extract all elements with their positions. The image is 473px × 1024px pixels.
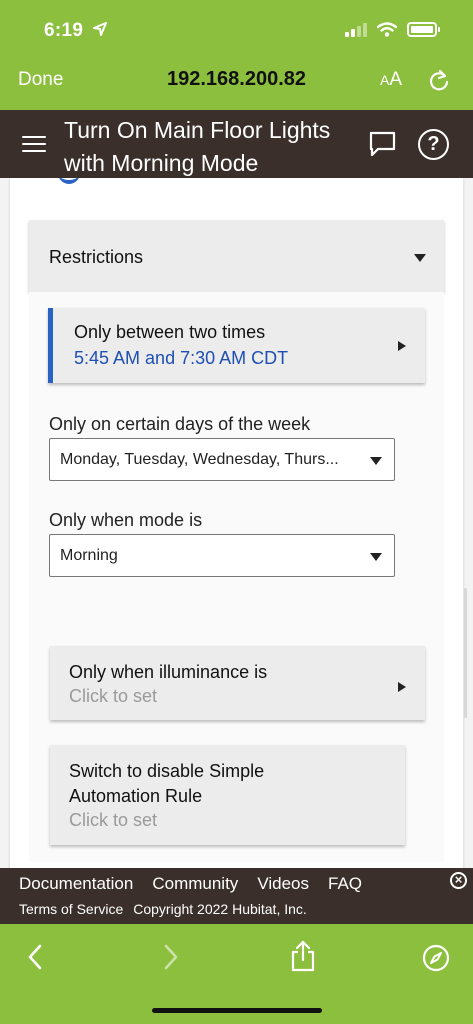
restrictions-label: Restrictions	[49, 247, 144, 267]
cellular-signal-icon	[345, 22, 367, 37]
days-label: Only on certain days of the week	[49, 414, 311, 434]
chevron-right-icon	[398, 341, 406, 351]
mode-label: Only when mode is	[49, 510, 203, 530]
text-size-button[interactable]: AA	[380, 69, 402, 91]
back-arrow-icon[interactable]	[26, 944, 44, 975]
footer-legal: Terms of Service Copyright 2022 Hubitat,…	[19, 901, 307, 917]
chevron-down-icon	[370, 553, 382, 561]
restrictions-section-header[interactable]: Restrictions	[29, 220, 444, 292]
footer-link-faq[interactable]: FAQ	[328, 874, 362, 894]
footer-link-videos[interactable]: Videos	[257, 874, 309, 894]
footer-link-community[interactable]: Community	[152, 874, 238, 894]
location-arrow-icon	[93, 22, 107, 41]
chevron-down-icon	[414, 254, 426, 262]
disable-switch-title-line1: Switch to disable Simple	[69, 761, 265, 781]
disable-switch-subtitle: Click to set	[69, 810, 158, 830]
app-header: Turn On Main Floor Lights with Morning M…	[0, 110, 473, 178]
browser-top-bar	[0, 0, 473, 110]
help-icon[interactable]: ?	[418, 129, 449, 160]
mode-select[interactable]: Morning	[49, 534, 395, 577]
status-time: 6:19	[44, 20, 84, 41]
page-title-line2: with Morning Mode	[64, 150, 259, 176]
time-restriction-title: Only between two times	[74, 322, 266, 342]
scrollbar[interactable]	[464, 588, 467, 718]
time-restriction-value: 5:45 AM and 7:30 AM CDT	[74, 348, 289, 368]
home-indicator[interactable]	[152, 1008, 322, 1013]
disable-switch-button[interactable]: Switch to disable Simple Automation Rule…	[50, 745, 405, 845]
footer-link-documentation[interactable]: Documentation	[19, 874, 133, 894]
mode-selected-value: Morning	[60, 547, 118, 564]
days-selected-value: Monday, Tuesday, Wednesday, Thurs...	[60, 451, 339, 468]
chevron-right-icon	[398, 682, 406, 692]
disable-switch-title: Switch to disable Simple Automation Rule	[69, 759, 264, 809]
compass-icon[interactable]	[422, 944, 450, 977]
disable-switch-title-line2: Automation Rule	[69, 786, 203, 806]
time-restriction-button[interactable]: Only between two times 5:45 AM and 7:30 …	[48, 308, 425, 383]
terms-of-service-link[interactable]: Terms of Service	[19, 901, 123, 917]
footer-links: Documentation Community Videos FAQ	[19, 874, 362, 894]
address-bar-url[interactable]: 192.168.200.82	[0, 68, 473, 91]
hamburger-menu-icon[interactable]	[22, 136, 46, 157]
chevron-down-icon	[370, 457, 382, 465]
copyright-text: Copyright 2022 Hubitat, Inc.	[133, 901, 307, 917]
illuminance-subtitle: Click to set	[69, 686, 158, 706]
footer-bar: Documentation Community Videos FAQ Terms…	[0, 868, 473, 924]
reload-icon[interactable]	[428, 68, 450, 97]
forward-arrow-icon[interactable]	[162, 944, 180, 975]
close-icon[interactable]: ×	[450, 872, 467, 889]
illuminance-title: Only when illuminance is	[69, 662, 268, 682]
battery-icon	[407, 22, 440, 37]
share-icon[interactable]	[289, 940, 317, 977]
illuminance-restriction-button[interactable]: Only when illuminance is Click to set	[50, 646, 425, 720]
wifi-icon	[377, 22, 397, 37]
status-icons	[345, 22, 440, 37]
days-select[interactable]: Monday, Tuesday, Wednesday, Thurs...	[49, 438, 395, 481]
page-title-line1: Turn On Main Floor Lights	[64, 117, 331, 143]
page-title: Turn On Main Floor Lights with Morning M…	[64, 114, 364, 180]
chat-icon[interactable]	[369, 131, 396, 162]
